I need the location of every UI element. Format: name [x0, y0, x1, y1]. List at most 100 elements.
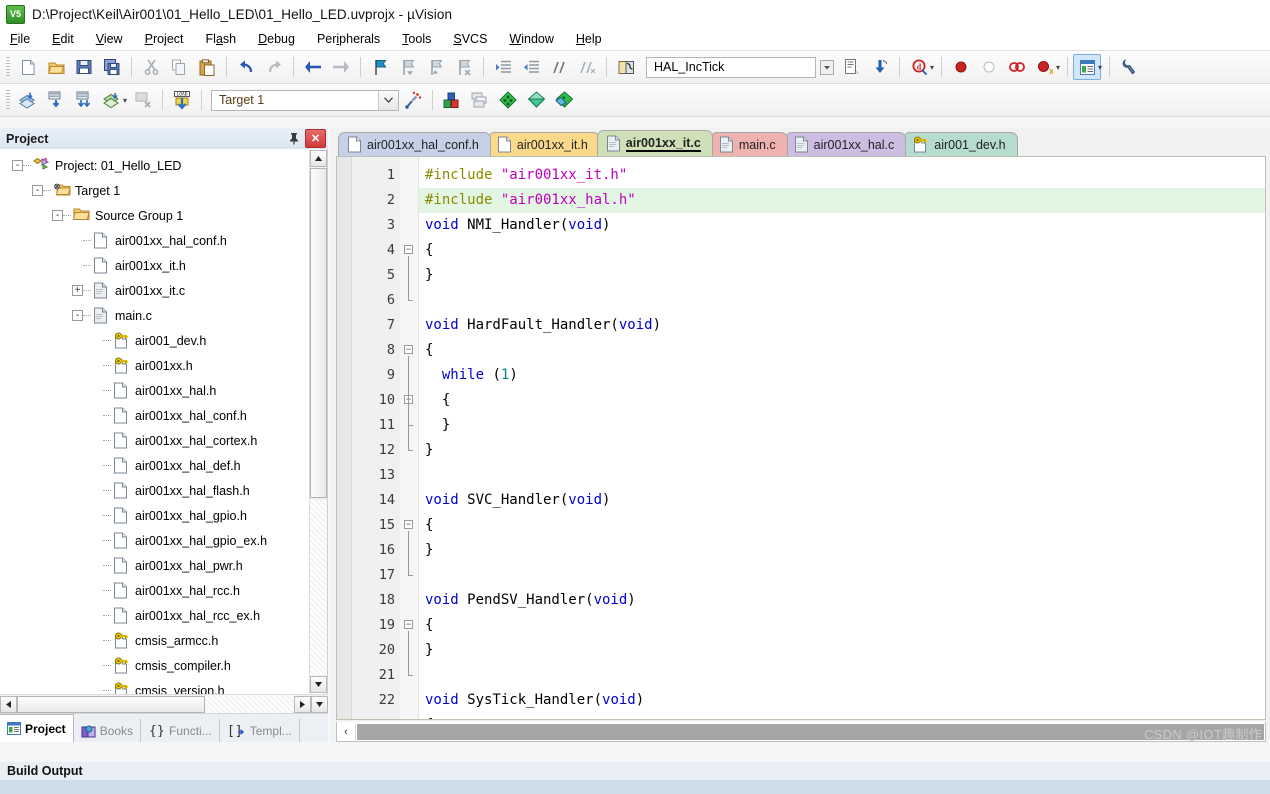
- editor-tab-mainc[interactable]: main.c: [709, 132, 788, 156]
- tree-item[interactable]: air001_dev.h: [0, 328, 309, 353]
- tree-item[interactable]: air001xx.h: [0, 353, 309, 378]
- menu-item-flash[interactable]: Flash: [206, 32, 237, 46]
- editor-tab-air001_devh[interactable]: air001_dev.h: [903, 132, 1018, 156]
- function-nav-dropdown[interactable]: [816, 54, 838, 80]
- scroll-right-button[interactable]: [294, 696, 311, 713]
- menu-item-tools[interactable]: Tools: [402, 32, 431, 46]
- bookmark-next-button[interactable]: [422, 54, 450, 80]
- bookmark-toggle-button[interactable]: [366, 54, 394, 80]
- code-editor[interactable]: 1234567891011121314151617181920212223242…: [336, 156, 1266, 720]
- navigate-forward-button[interactable]: [327, 54, 355, 80]
- outdent-button[interactable]: [517, 54, 545, 80]
- undo-button[interactable]: [232, 54, 260, 80]
- breakpoint-kill-all-button[interactable]: [1003, 54, 1031, 80]
- code-line[interactable]: [419, 563, 1265, 588]
- project-tree-hscrollbar[interactable]: [0, 694, 328, 714]
- menu-item-view[interactable]: View: [96, 32, 123, 46]
- tree-item[interactable]: - Source Group 1: [0, 203, 309, 228]
- code-line[interactable]: #include "air001xx_hal.h": [419, 188, 1265, 213]
- close-icon[interactable]: ✕: [305, 129, 326, 148]
- tree-expander[interactable]: -: [52, 210, 63, 221]
- breakpoint-margin[interactable]: [337, 157, 352, 719]
- tree-item[interactable]: air001xx_hal_pwr.h: [0, 553, 309, 578]
- breakpoint-insert-button[interactable]: [947, 54, 975, 80]
- uncomment-button[interactable]: [573, 54, 601, 80]
- build-button[interactable]: [42, 87, 70, 113]
- code-line[interactable]: [419, 663, 1265, 688]
- code-line[interactable]: {: [419, 388, 1265, 413]
- tree-item[interactable]: air001xx_hal_conf.h: [0, 228, 309, 253]
- configure-button[interactable]: [1115, 54, 1143, 80]
- tree-expander[interactable]: -: [32, 185, 43, 196]
- save-all-button[interactable]: [98, 54, 126, 80]
- target-select[interactable]: Target 1: [211, 89, 400, 111]
- tree-item[interactable]: - Project: 01_Hello_LED: [0, 153, 309, 178]
- toolbar-grip[interactable]: [6, 90, 10, 110]
- paste-button[interactable]: [193, 54, 221, 80]
- project-tab-functi[interactable]: {} Functi...: [141, 719, 220, 742]
- editor-tab-air001xx_hal_confh[interactable]: air001xx_hal_conf.h: [338, 132, 491, 156]
- copy-button[interactable]: [165, 54, 193, 80]
- toolbar-grip[interactable]: [6, 57, 10, 77]
- menu-item-svcs[interactable]: SVCS: [453, 32, 487, 46]
- breakpoint-disable-button[interactable]: [975, 54, 1003, 80]
- batch-build-button[interactable]: [98, 87, 126, 113]
- code-line[interactable]: {: [419, 513, 1265, 538]
- menu-item-peripherals[interactable]: Peripherals: [317, 32, 380, 46]
- stop-build-button[interactable]: [129, 87, 157, 113]
- code-line[interactable]: {: [419, 238, 1265, 263]
- menu-item-window[interactable]: Window: [509, 32, 553, 46]
- hscroll-dropdown-button[interactable]: [311, 696, 328, 713]
- download-button[interactable]: LOAD: [168, 87, 196, 113]
- tree-expander[interactable]: -: [12, 160, 23, 171]
- tree-item[interactable]: air001xx_hal_cortex.h: [0, 428, 309, 453]
- chevron-down-icon[interactable]: ▾: [930, 63, 934, 72]
- hscroll-track[interactable]: [205, 695, 294, 714]
- project-tree[interactable]: - Project: 01_Hello_LED - Target 1 - Source G…: [0, 149, 328, 694]
- code-line[interactable]: [419, 288, 1265, 313]
- function-book-icon[interactable]: [612, 54, 640, 80]
- cut-button[interactable]: [137, 54, 165, 80]
- fold-toggle[interactable]: −: [404, 245, 413, 254]
- project-tab-project[interactable]: Project: [0, 714, 74, 742]
- tree-item[interactable]: air001xx_hal_gpio_ex.h: [0, 528, 309, 553]
- code-line[interactable]: void NMI_Handler(void): [419, 213, 1265, 238]
- tree-item[interactable]: + air001xx_it.c: [0, 278, 309, 303]
- goto-definition-button[interactable]: [838, 54, 866, 80]
- project-tree-vscrollbar[interactable]: [309, 150, 327, 693]
- editor-tab-air001xx_ith[interactable]: air001xx_it.h: [487, 132, 600, 156]
- manage-packs-button[interactable]: [550, 87, 578, 113]
- debug-session-button[interactable]: d: [905, 54, 933, 80]
- tree-item[interactable]: air001xx_it.h: [0, 253, 309, 278]
- code-line[interactable]: {: [419, 713, 1265, 719]
- editor-tab-air001xx_itc[interactable]: air001xx_it.c: [596, 130, 713, 156]
- chevron-down-icon[interactable]: ▾: [123, 96, 127, 105]
- code-line[interactable]: [419, 463, 1265, 488]
- code-line[interactable]: while (1): [419, 363, 1265, 388]
- menu-item-file[interactable]: File: [10, 32, 30, 46]
- chevron-down-icon[interactable]: ▾: [1098, 63, 1102, 72]
- scroll-down-button[interactable]: [310, 676, 327, 693]
- code-line[interactable]: }: [419, 538, 1265, 563]
- comment-button[interactable]: [545, 54, 573, 80]
- code-text[interactable]: #include "air001xx_it.h" #include "air001…: [419, 157, 1265, 719]
- find-in-files-button[interactable]: [866, 54, 894, 80]
- fold-toggle[interactable]: −: [404, 620, 413, 629]
- menu-item-debug[interactable]: Debug: [258, 32, 295, 46]
- code-line[interactable]: {: [419, 613, 1265, 638]
- code-folding-column[interactable]: −−−−−−: [400, 157, 419, 719]
- tree-item[interactable]: cmsis_version.h: [0, 678, 309, 694]
- scroll-left-button[interactable]: ‹: [337, 722, 356, 741]
- code-line[interactable]: void SysTick_Handler(void): [419, 688, 1265, 713]
- hscroll-thumb[interactable]: [17, 696, 205, 713]
- code-line[interactable]: }: [419, 413, 1265, 438]
- tree-item[interactable]: air001xx_hal.h: [0, 378, 309, 403]
- manage-project-items-button[interactable]: [438, 87, 466, 113]
- editor-tab-air001xx_halc[interactable]: air001xx_hal.c: [784, 132, 907, 156]
- rebuild-button[interactable]: [70, 87, 98, 113]
- code-line[interactable]: #include "air001xx_it.h": [419, 163, 1265, 188]
- indent-button[interactable]: [489, 54, 517, 80]
- tree-item[interactable]: air001xx_hal_flash.h: [0, 478, 309, 503]
- function-nav-input[interactable]: HAL_IncTick: [646, 56, 816, 78]
- navigate-back-button[interactable]: [299, 54, 327, 80]
